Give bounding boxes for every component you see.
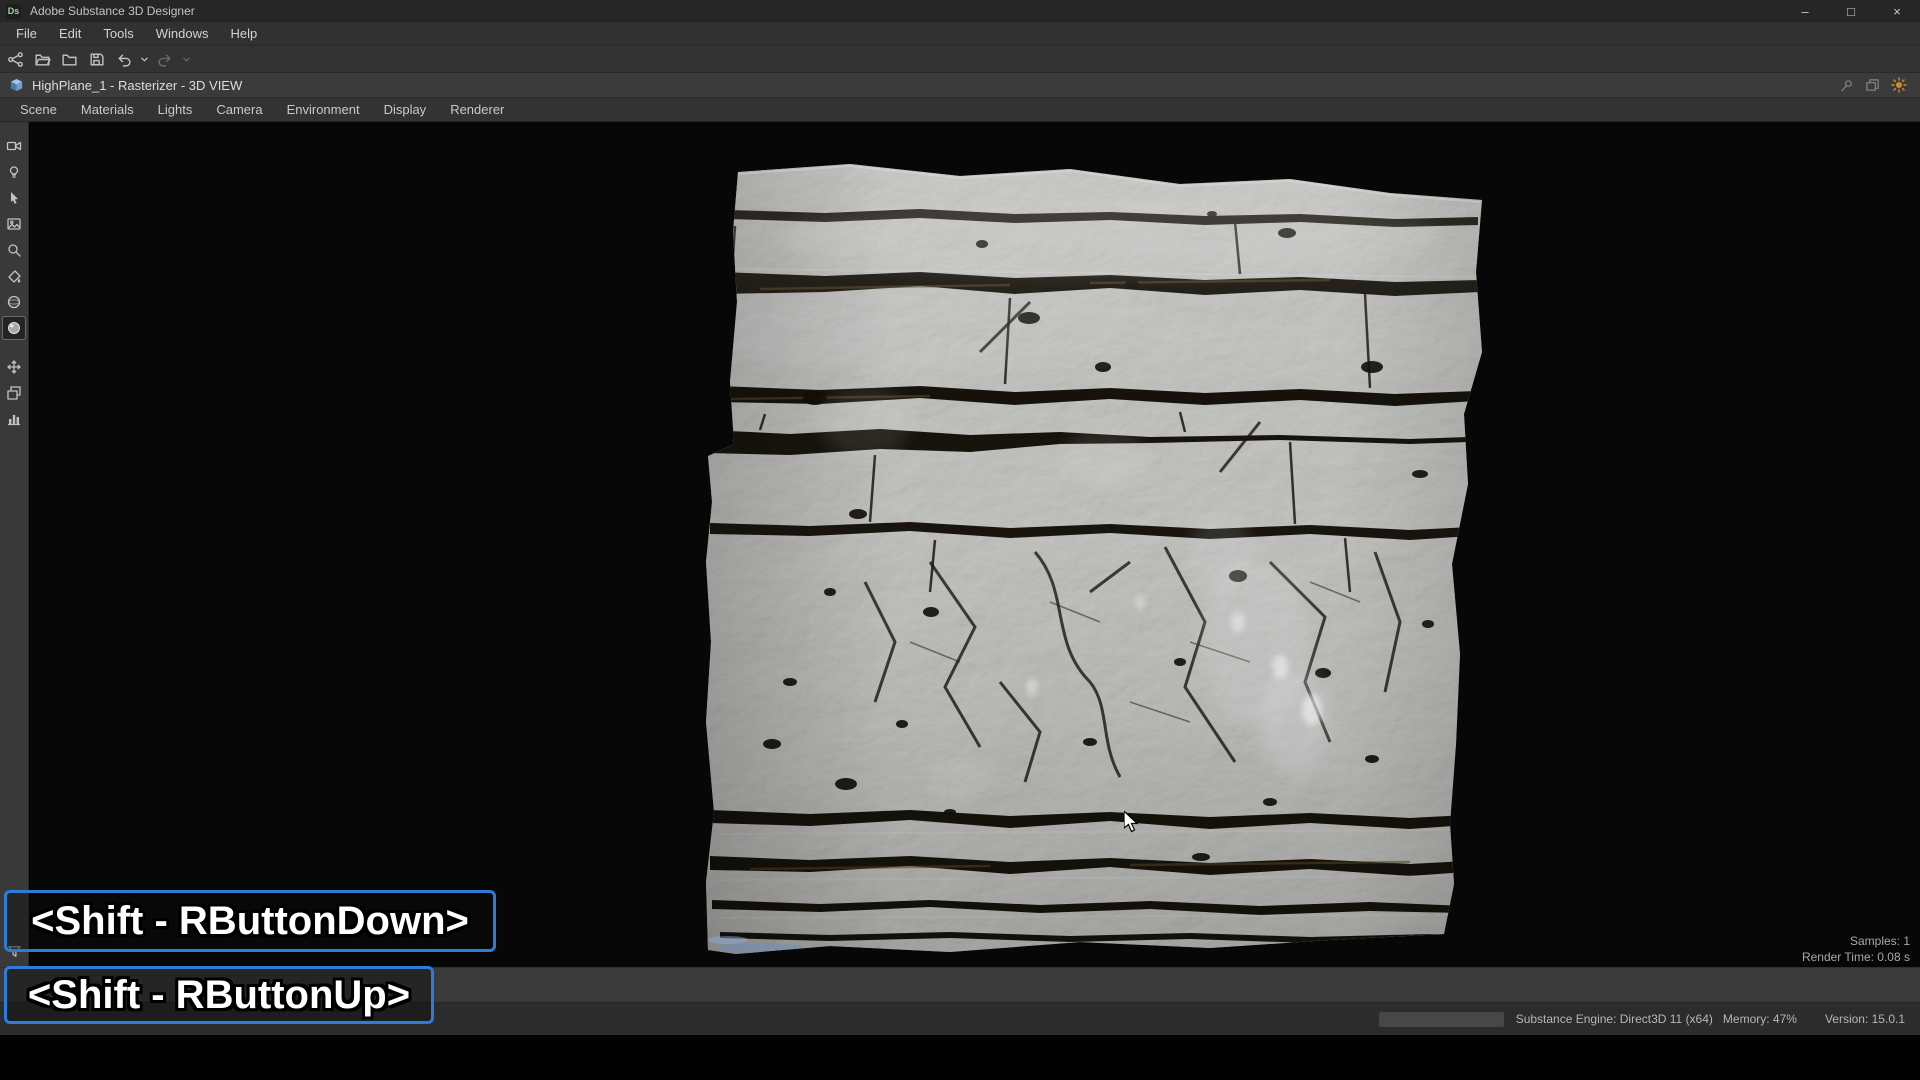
undo-dropdown-button[interactable]: [137, 47, 152, 71]
save-icon: [88, 51, 105, 68]
tool-transform-button[interactable]: [3, 356, 25, 378]
bottom-void: [0, 1035, 1920, 1080]
tool-sphere-button[interactable]: [3, 291, 25, 313]
view-menu-display[interactable]: Display: [372, 98, 439, 122]
version-status: Version: 15.0.1: [1825, 1012, 1905, 1026]
tool-light-button[interactable]: [3, 161, 25, 183]
layers-icon: [6, 385, 22, 401]
app-logo-text: Ds: [8, 6, 20, 16]
tool-histogram-button[interactable]: [3, 408, 25, 430]
paint-bucket-icon: [6, 268, 22, 284]
main-toolbar: [0, 46, 1920, 73]
node-graph-icon: [7, 51, 24, 68]
menu-windows[interactable]: Windows: [145, 22, 220, 46]
sphere-icon: [6, 294, 22, 310]
menu-tools[interactable]: Tools: [92, 22, 144, 46]
camera-icon: [6, 138, 22, 154]
minimize-button[interactable]: –: [1782, 0, 1828, 22]
light-bulb-icon: [6, 164, 22, 180]
window-title: Adobe Substance 3D Designer: [30, 4, 195, 18]
event-overlay-label: <Shift - RButtonDown>: [31, 899, 469, 944]
tool-texture-button[interactable]: [3, 213, 25, 235]
rock-mesh: [30, 122, 1920, 967]
tool-select-button[interactable]: [3, 187, 25, 209]
view-menu-camera[interactable]: Camera: [204, 98, 274, 122]
menu-bar: File Edit Tools Windows Help: [0, 22, 1920, 46]
display-settings-icon[interactable]: [1891, 77, 1907, 93]
pin-icon[interactable]: [1839, 78, 1854, 93]
samples-value: Samples: 1: [1802, 933, 1910, 949]
tool-camera-button[interactable]: [3, 135, 25, 157]
redo-icon: [157, 51, 174, 68]
view-menu-scene[interactable]: Scene: [8, 98, 69, 122]
close-button[interactable]: ×: [1874, 0, 1920, 22]
engine-status: Substance Engine: Direct3D 11 (x64): [1516, 1012, 1713, 1026]
app-logo-icon: Ds: [6, 4, 21, 19]
progress-bar: [1379, 1012, 1504, 1027]
material-ball-icon: [6, 320, 22, 336]
redo-dropdown-button[interactable]: [179, 47, 194, 71]
pointer-icon: [6, 190, 22, 206]
menu-help[interactable]: Help: [219, 22, 268, 46]
view-menu-renderer[interactable]: Renderer: [438, 98, 516, 122]
maximize-button[interactable]: □: [1828, 0, 1874, 22]
tool-magnify-button[interactable]: [3, 239, 25, 261]
float-window-icon[interactable]: [1865, 78, 1880, 93]
menu-edit[interactable]: Edit: [48, 22, 92, 46]
magnifier-icon: [6, 242, 22, 258]
render-time-value: Render Time: 0.08 s: [1802, 949, 1910, 965]
undo-icon: [115, 51, 132, 68]
chevron-down-icon: [140, 55, 149, 64]
view-menu-bar: Scene Materials Lights Camera Environmen…: [0, 98, 1920, 122]
memory-status: Memory: 47%: [1723, 1012, 1797, 1026]
render-stats: Samples: 1 Render Time: 0.08 s: [1802, 933, 1910, 965]
histogram-icon: [6, 411, 22, 427]
view-menu-lights[interactable]: Lights: [146, 98, 205, 122]
window-controls: – □ ×: [1782, 0, 1920, 22]
view-side-toolbar: [0, 122, 29, 967]
texture-icon: [6, 216, 22, 232]
tool-layers-button[interactable]: [3, 382, 25, 404]
event-overlay-rbuttonup: <Shift - RButtonUp>: [4, 966, 434, 1024]
chevron-down-icon: [182, 55, 191, 64]
view-menu-materials[interactable]: Materials: [69, 98, 146, 122]
app-window: Ds Adobe Substance 3D Designer – □ × Fil…: [0, 0, 1920, 1080]
folder-open-icon: [34, 51, 51, 68]
viewport-3d[interactable]: Samples: 1 Render Time: 0.08 s: [30, 122, 1920, 967]
event-overlay-label: <Shift - RButtonUp>: [28, 973, 410, 1018]
folder-button[interactable]: [56, 47, 83, 71]
redo-button[interactable]: [152, 47, 179, 71]
panel-header-icons: [1839, 77, 1911, 93]
node-graph-button[interactable]: [2, 47, 29, 71]
mouse-cursor-icon: [1124, 811, 1148, 835]
tool-paint-button[interactable]: [3, 265, 25, 287]
menu-file[interactable]: File: [5, 22, 48, 46]
save-button[interactable]: [83, 47, 110, 71]
open-button[interactable]: [29, 47, 56, 71]
panel-title: HighPlane_1 - Rasterizer - 3D VIEW: [32, 78, 242, 93]
panel-header-3d-view[interactable]: HighPlane_1 - Rasterizer - 3D VIEW: [0, 73, 1920, 98]
tool-material-ball-button[interactable]: [3, 317, 25, 339]
workspace: Samples: 1 Render Time: 0.08 s: [0, 122, 1920, 967]
titlebar: Ds Adobe Substance 3D Designer – □ ×: [0, 0, 1920, 22]
transform-icon: [6, 359, 22, 375]
view-menu-environment[interactable]: Environment: [275, 98, 372, 122]
event-overlay-rbuttondown: <Shift - RButtonDown>: [4, 890, 496, 952]
folder-icon: [61, 51, 78, 68]
cube-icon: [9, 78, 24, 93]
undo-button[interactable]: [110, 47, 137, 71]
